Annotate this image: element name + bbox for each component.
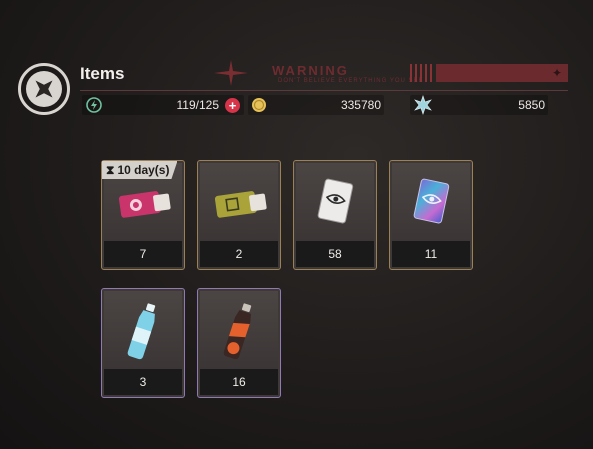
item-slot[interactable]: 11 (389, 160, 473, 270)
warning-banner: ✦ (410, 63, 568, 83)
coin-icon (252, 98, 266, 112)
page-title: Items (80, 64, 125, 83)
item-count: 11 (392, 241, 470, 267)
items-logo-icon (18, 63, 70, 115)
orange-drink-icon (223, 303, 252, 360)
item-count: 2 (200, 241, 278, 267)
gold-ticket-icon (214, 191, 267, 218)
holo-card-icon (413, 178, 450, 224)
item-count: 7 (104, 241, 182, 267)
item-slot[interactable]: 3 (101, 288, 185, 398)
item-count: 16 (200, 369, 278, 395)
crystal-icon (414, 95, 432, 115)
expiry-text: 10 day(s) (117, 163, 170, 177)
hourglass-icon: ⧗ (106, 162, 115, 177)
sparkle-icon (214, 60, 248, 91)
blue-drink-icon (127, 303, 156, 360)
coin-value: 335780 (340, 98, 381, 112)
header-divider (80, 90, 568, 91)
stamina-value: 119/125 (176, 98, 220, 112)
warning-subtitle: DON'T BELIEVE EVERYTHING YOU SEE (278, 78, 424, 84)
lightning-icon (86, 97, 102, 113)
item-count: 3 (104, 369, 182, 395)
sparkle-small-icon: ✦ (551, 66, 562, 80)
item-slot[interactable]: 16 (197, 288, 281, 398)
warning-title: WARNING (272, 63, 349, 78)
item-slot[interactable]: 58 (293, 160, 377, 270)
add-stamina-button[interactable]: + (225, 97, 240, 113)
white-card-icon (317, 178, 354, 224)
crystal-value: 5850 (518, 98, 545, 112)
item-count: 58 (296, 241, 374, 267)
item-slot[interactable]: 2 (197, 160, 281, 270)
expiry-badge: ⧗ 10 day(s) (102, 161, 178, 179)
